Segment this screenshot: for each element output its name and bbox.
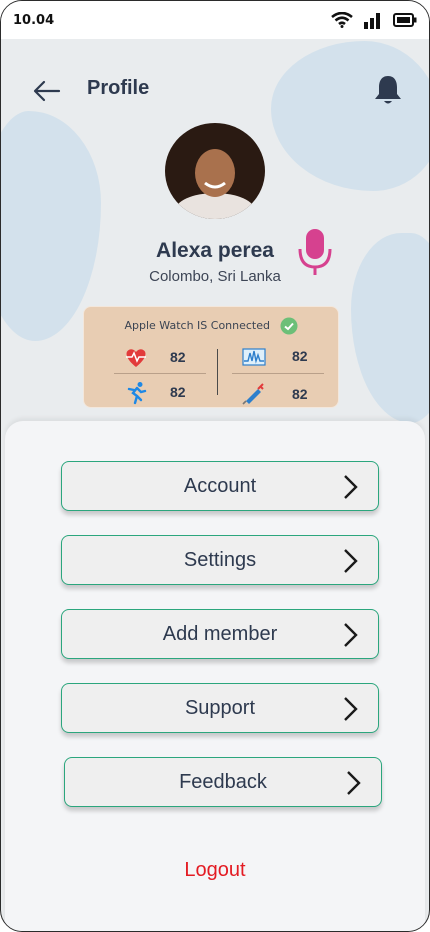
stat-syringe: 82 xyxy=(242,383,308,405)
status-time: 10.04 xyxy=(13,12,55,28)
chevron-right-icon xyxy=(344,475,358,499)
logout-button[interactable]: Logout xyxy=(1,859,429,882)
chevron-right-icon xyxy=(344,623,358,647)
signal-icon xyxy=(364,13,380,29)
user-name: Alexa perea xyxy=(156,239,274,262)
support-button[interactable]: Support xyxy=(61,683,379,733)
syringe-icon xyxy=(242,383,264,405)
phone-frame: 10.04 Profile Alexa perea Colombo, Sri L… xyxy=(0,0,430,932)
bell-icon[interactable] xyxy=(371,73,405,107)
back-arrow-icon[interactable] xyxy=(33,79,61,103)
stats-divider xyxy=(114,373,206,374)
add-member-button[interactable]: Add member xyxy=(61,609,379,659)
stat-heart-rate: 82 xyxy=(124,347,186,369)
stats-divider xyxy=(217,349,218,395)
page-title: Profile xyxy=(87,77,150,99)
stat-value: 82 xyxy=(170,384,186,400)
chevron-right-icon xyxy=(344,549,358,573)
microphone-icon[interactable] xyxy=(297,227,333,277)
avatar-portrait xyxy=(175,149,255,219)
header: Profile xyxy=(1,71,429,111)
menu-label: Settings xyxy=(183,548,257,571)
background-blob xyxy=(271,41,429,191)
check-circle-icon xyxy=(280,317,297,335)
stat-running: 82 xyxy=(124,381,186,405)
stat-pulse: 82 xyxy=(242,347,308,367)
user-location: Colombo, Sri Lanka xyxy=(149,268,281,285)
running-icon xyxy=(127,382,147,405)
avatar xyxy=(165,123,265,219)
account-button[interactable]: Account xyxy=(61,461,379,511)
chevron-right-icon xyxy=(347,771,361,795)
menu-label: Support xyxy=(184,696,256,719)
menu-label: Account xyxy=(183,474,257,497)
pulse-graph-icon xyxy=(242,348,266,366)
menu-label: Add member xyxy=(162,622,278,645)
chevron-right-icon xyxy=(344,697,358,721)
watch-connection-card: Apple Watch IS Connected 82 82 82 82 xyxy=(83,306,339,408)
stat-value: 82 xyxy=(292,348,308,364)
status-icons xyxy=(331,11,417,29)
battery-icon xyxy=(393,13,417,27)
watch-status: Apple Watch IS Connected xyxy=(84,317,338,335)
status-bar: 10.04 xyxy=(1,1,429,39)
settings-button[interactable]: Settings xyxy=(61,535,379,585)
stat-value: 82 xyxy=(292,386,308,402)
feedback-button[interactable]: Feedback xyxy=(64,757,382,807)
watch-status-text: Apple Watch IS Connected xyxy=(124,319,270,332)
menu-label: Feedback xyxy=(179,770,267,793)
wifi-icon xyxy=(331,12,353,28)
stats-divider xyxy=(232,373,324,374)
stat-value: 82 xyxy=(170,349,186,365)
heart-rate-icon xyxy=(126,349,146,367)
